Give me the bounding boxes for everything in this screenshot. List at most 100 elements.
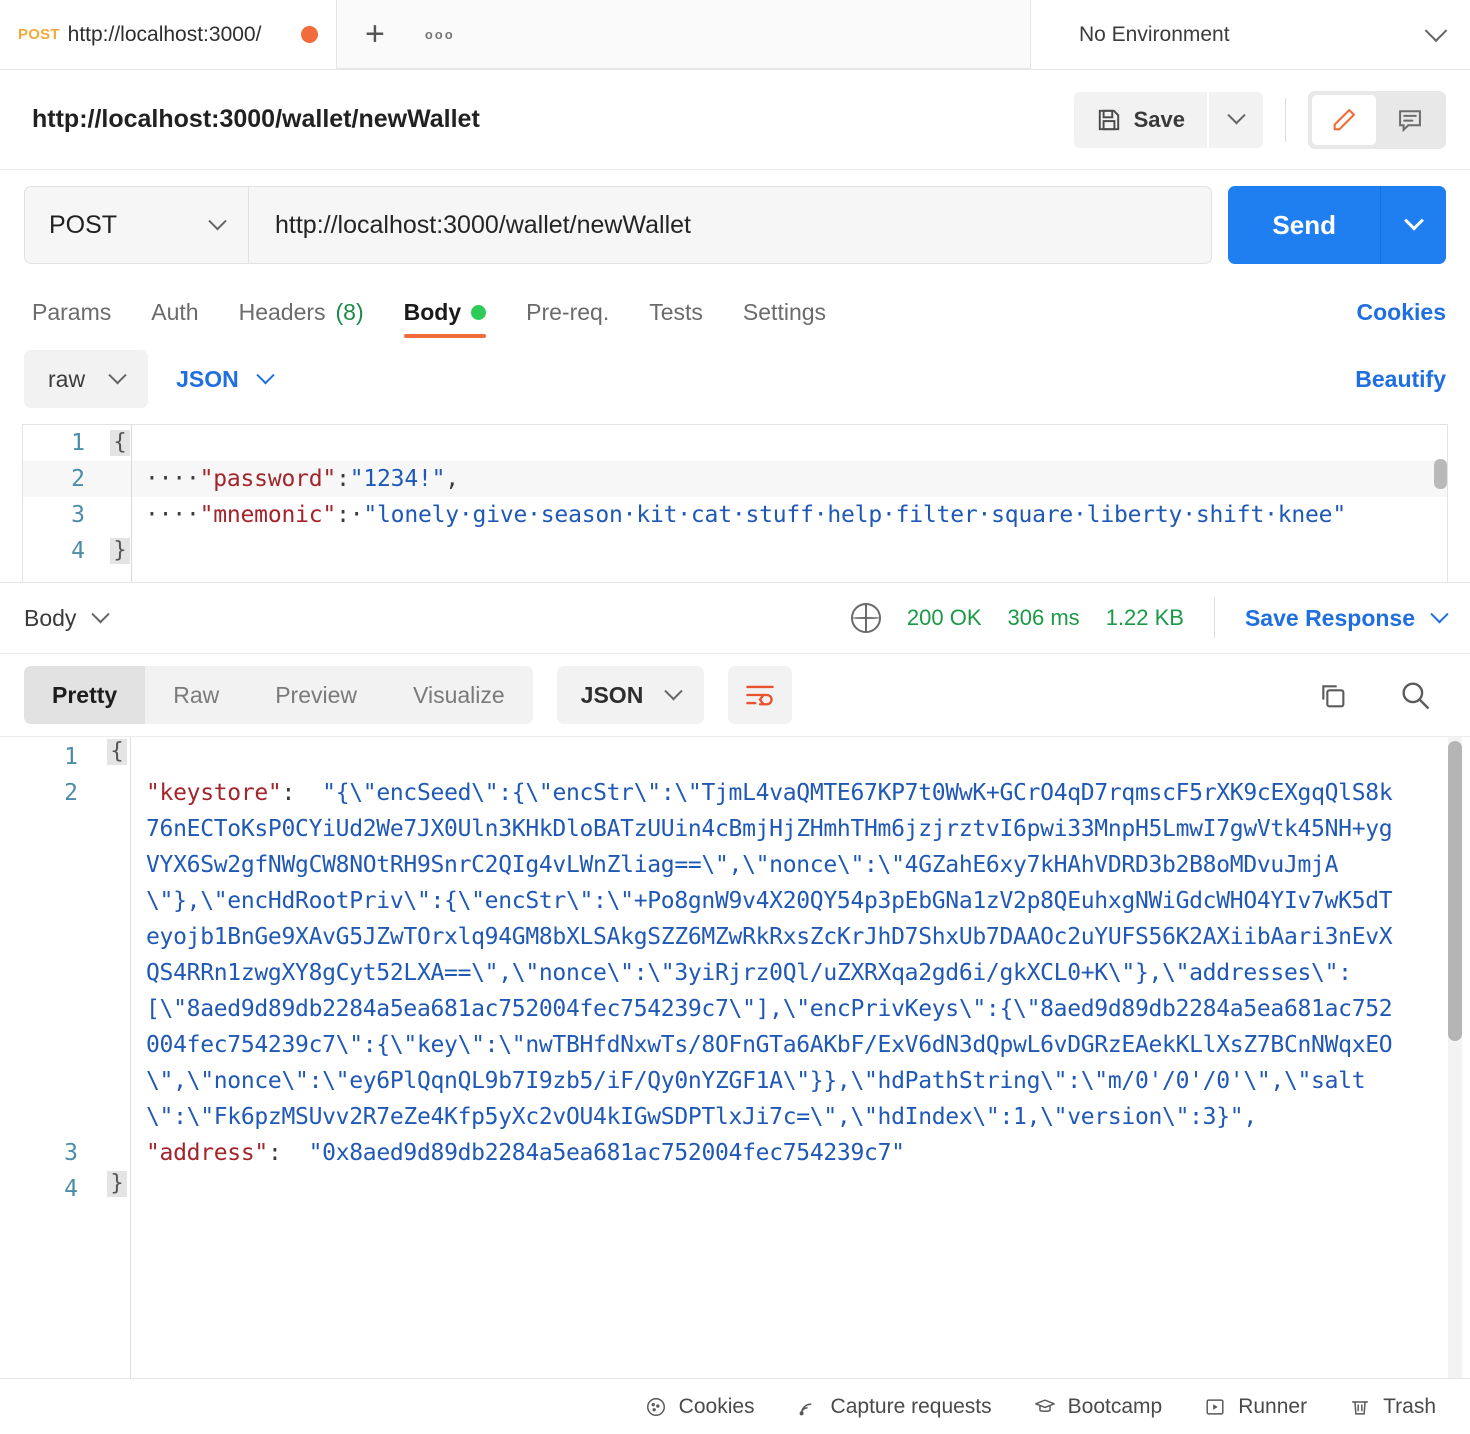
response-stats: 200 OK 306 ms 1.22 KB Save Response (850, 598, 1449, 638)
tab-pre-request[interactable]: Pre-req. (506, 299, 629, 342)
tab-headers[interactable]: Headers (8) (219, 299, 384, 342)
cookies-link[interactable]: Cookies (1357, 299, 1446, 342)
comment-icon (1396, 106, 1424, 134)
request-tab[interactable]: POST http://localhost:3000/ (0, 0, 337, 69)
new-tab-icon[interactable]: + (365, 17, 385, 51)
body-present-indicator-icon (471, 305, 487, 320)
response-scrollbar-thumb[interactable] (1448, 741, 1462, 1041)
line-number: 2 (71, 466, 85, 492)
fold-marker[interactable]: { (104, 739, 130, 766)
http-method-select[interactable]: POST (24, 186, 248, 264)
wrap-lines-button[interactable] (728, 666, 793, 724)
response-body-viewer[interactable]: 1 { 2 "keystore": "{\"encSeed\":{\"encSt… (0, 736, 1470, 1378)
save-options-button[interactable] (1209, 91, 1263, 148)
page-title: http://localhost:3000/wallet/newWallet (32, 105, 480, 133)
response-format-select[interactable]: JSON (556, 666, 705, 724)
indent-dots: ···· (145, 502, 200, 528)
footer-cookies[interactable]: Cookies (645, 1395, 755, 1419)
send-options-button[interactable] (1380, 186, 1446, 264)
editor-line: 1 { (23, 425, 1447, 461)
response-time: 306 ms (1007, 605, 1080, 630)
json-key: "password" (199, 466, 337, 492)
json-punct: : (336, 466, 350, 492)
json-value: "{\"encSeed\":{\"encStr\":\"TjmL4vaQMTE6… (146, 780, 1393, 1130)
search-icon[interactable] (1398, 678, 1432, 712)
save-button[interactable]: Save (1073, 91, 1207, 148)
send-group: Send (1228, 186, 1446, 264)
response-line: 2 "keystore": "{\"encSeed\":{\"encStr\":… (0, 775, 1470, 1135)
tab-strip: POST http://localhost:3000/ + ooo No Env… (0, 0, 1470, 70)
send-button[interactable]: Send (1228, 186, 1380, 264)
body-format-select[interactable]: JSON (176, 365, 275, 393)
code-text: ····"mnemonic":·"lonely·give·season·kit·… (131, 502, 1346, 528)
footer-runner[interactable]: Runner (1204, 1395, 1307, 1419)
tab-settings[interactable]: Settings (723, 299, 846, 342)
postman-window: POST http://localhost:3000/ + ooo No Env… (0, 0, 1470, 1434)
tab-body-label: Body (403, 299, 462, 325)
line-number: 4 (64, 1176, 78, 1202)
url-input[interactable]: http://localhost:3000/wallet/newWallet (248, 186, 1213, 264)
tab-raw[interactable]: Raw (145, 666, 247, 724)
tab-auth[interactable]: Auth (131, 299, 218, 342)
response-body-dropdown[interactable]: Body (24, 604, 111, 632)
response-actions (1316, 678, 1446, 712)
divider (1285, 97, 1286, 142)
chevron-down-icon (91, 604, 111, 623)
footer-capture-requests[interactable]: Capture requests (797, 1395, 992, 1419)
json-punct: : (267, 1140, 309, 1166)
json-key: "mnemonic" (199, 502, 337, 528)
fold-marker[interactable]: } (109, 538, 131, 564)
body-format-value: JSON (176, 365, 239, 392)
tab-body[interactable]: Body (384, 299, 507, 342)
line-number: 1 (64, 744, 78, 770)
line-number: 4 (71, 538, 85, 564)
json-key: "keystore" (146, 780, 282, 806)
json-punct: , (445, 466, 459, 492)
response-body-content: 1 { 2 "keystore": "{\"encSeed\":{\"encSt… (0, 737, 1470, 1378)
divider (1213, 598, 1215, 638)
line-number: 1 (71, 430, 85, 456)
editor-line: 3 ····"mnemonic":·"lonely·give·season·ki… (23, 497, 1447, 533)
tab-visualize[interactable]: Visualize (385, 666, 533, 724)
pencil-icon (1330, 106, 1358, 134)
environment-selector[interactable]: No Environment (1030, 0, 1470, 69)
tab-params[interactable]: Params (24, 299, 131, 342)
body-type-value: raw (48, 365, 86, 392)
brace-glyph: { (107, 739, 127, 766)
chevron-down-icon (1403, 210, 1424, 231)
save-response-button[interactable]: Save Response (1245, 604, 1449, 632)
chevron-down-icon (1430, 604, 1449, 623)
edit-request-button[interactable] (1312, 94, 1376, 145)
tab-tests[interactable]: Tests (629, 299, 723, 342)
response-line: 1 { (0, 739, 1470, 775)
comments-button[interactable] (1378, 95, 1442, 145)
beautify-button[interactable]: Beautify (1355, 366, 1446, 393)
footer-trash[interactable]: Trash (1349, 1395, 1436, 1419)
fold-marker[interactable]: } (104, 1171, 130, 1198)
request-body-editor[interactable]: 1 { 2 ···· "password":"1234!", 3 ····"mne… (22, 424, 1448, 582)
tab-more-options-icon[interactable]: ooo (425, 27, 455, 42)
body-type-select[interactable]: raw (24, 350, 149, 408)
tab-pretty[interactable]: Pretty (24, 666, 146, 724)
copy-icon[interactable] (1316, 679, 1348, 711)
wrap-text-icon (745, 682, 775, 708)
json-value: "1234!" (349, 466, 446, 492)
url-bar: POST http://localhost:3000/wallet/newWal… (0, 170, 1470, 280)
footer-capture-requests-label: Capture requests (830, 1394, 992, 1418)
save-button-label: Save (1133, 106, 1185, 132)
tab-settings-label: Settings (742, 299, 827, 325)
footer-bootcamp-label: Bootcamp (1067, 1394, 1163, 1418)
tab-auth-label: Auth (151, 299, 199, 325)
brace-glyph: { (110, 430, 130, 456)
fold-marker[interactable]: { (109, 430, 131, 456)
tab-preview[interactable]: Preview (247, 666, 385, 724)
editor-scrollbar[interactable] (1434, 459, 1447, 489)
response-line: 3 "address": "0x8aed9d89db2284a5ea681ac7… (0, 1135, 1470, 1171)
chevron-down-icon (1424, 18, 1448, 42)
response-body-label: Body (24, 604, 77, 631)
cookie-icon (645, 1396, 667, 1418)
view-toggle-group (1308, 90, 1446, 149)
footer-bootcamp[interactable]: Bootcamp (1034, 1394, 1163, 1419)
body-mode-bar: raw JSON Beautify (0, 342, 1470, 424)
brace-glyph: } (107, 1171, 127, 1198)
